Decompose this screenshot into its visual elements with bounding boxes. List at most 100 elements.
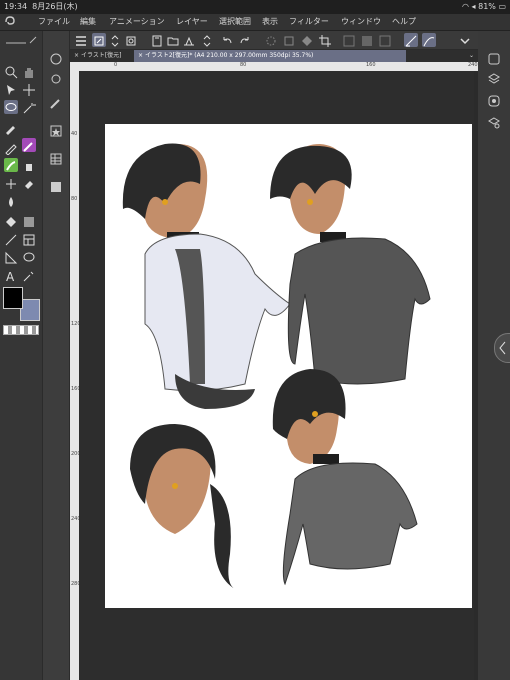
menu-edit[interactable]: 編集 [80, 14, 96, 30]
tool-palette: A [0, 31, 42, 680]
frame-icon[interactable] [22, 232, 36, 246]
canvas-paper[interactable] [105, 124, 472, 608]
tab-label: イラスト[復元] [80, 52, 122, 59]
tab-close-icon[interactable]: × [74, 52, 81, 59]
eyedropper-icon[interactable] [4, 120, 18, 135]
wifi-icon: ◠ [462, 2, 469, 11]
menu-file[interactable]: ファイル [38, 14, 70, 30]
tabs-chevron-icon[interactable]: ⌄ [469, 50, 474, 62]
operation-icon[interactable] [4, 82, 18, 96]
crop-icon[interactable] [318, 33, 332, 47]
main-color-swatch[interactable] [3, 287, 23, 309]
battery-icon: ▭ [498, 2, 506, 11]
ruler-label: 80 [240, 62, 247, 68]
gradient-icon[interactable] [22, 214, 36, 228]
tool-collapse-icon[interactable] [4, 35, 38, 45]
menu-selection[interactable]: 選択範囲 [219, 14, 251, 30]
selection-icon[interactable] [282, 33, 296, 47]
redo-icon[interactable] [238, 33, 252, 47]
chevron-down-icon[interactable] [458, 33, 472, 47]
tab-illust[interactable]: × イラスト[復元] [70, 50, 138, 62]
brush-icon[interactable] [4, 158, 18, 172]
status-time: 19:34 8月26日(木) [4, 0, 78, 14]
move-icon[interactable] [22, 82, 36, 96]
ruler-label: 160 [366, 62, 376, 68]
material-icon[interactable] [49, 123, 63, 137]
date: 8月26日(木) [32, 2, 78, 11]
eraser-icon[interactable] [22, 176, 36, 190]
transparent-color-swatch[interactable] [3, 325, 39, 335]
status-right: ◠ ◂ 81% ▭ [462, 0, 506, 14]
blend-icon[interactable] [4, 194, 18, 208]
pen-curve-icon[interactable] [422, 33, 436, 47]
menu-layer[interactable]: レイヤー [176, 14, 208, 30]
brush-size-icon[interactable] [49, 51, 63, 65]
layer-search-icon[interactable] [487, 115, 501, 129]
status-bar: 19:34 8月26日(木) ◠ ◂ 81% ▭ [0, 0, 510, 14]
menu-bar: ファイル 編集 アニメーション レイヤー 選択範囲 表示 フィルター ウィンドウ… [0, 14, 510, 31]
ruler-tool-icon[interactable] [4, 250, 18, 264]
artwork-sketch [122, 143, 431, 589]
snap-icon[interactable] [360, 33, 374, 47]
decoration-icon[interactable] [4, 176, 18, 190]
menu-window[interactable]: ウィンドウ [341, 14, 381, 30]
layer-property-icon[interactable] [487, 51, 501, 65]
snap2-icon[interactable] [378, 33, 392, 47]
text-icon[interactable]: A [4, 268, 18, 284]
pencil-icon[interactable] [22, 138, 36, 152]
lasso-icon[interactable] [4, 100, 18, 114]
menu-help[interactable]: ヘルプ [392, 14, 416, 30]
figure-icon[interactable] [4, 232, 18, 246]
figure-3 [130, 424, 235, 589]
tab-close-icon[interactable]: × [138, 52, 145, 59]
new-layer-icon[interactable] [92, 33, 106, 47]
updown-icon[interactable] [108, 33, 122, 47]
sub-tool-icon[interactable] [49, 95, 63, 109]
fill-icon[interactable] [300, 33, 314, 47]
navigator-icon[interactable] [49, 179, 63, 193]
ruler-label: 80 [71, 196, 78, 202]
document-tabs: × イラスト[復元] × イラスト2[復元]* (A4 210.00 x 297… [70, 50, 480, 62]
command-bar [70, 31, 480, 49]
tab-illust2[interactable]: × イラスト2[復元]* (A4 210.00 x 297.00mm 350dp… [134, 50, 406, 62]
layers-icon[interactable] [487, 71, 501, 85]
panel-toggle-icon [499, 341, 506, 355]
menu-view[interactable]: 表示 [262, 14, 278, 30]
menu-animation[interactable]: アニメーション [109, 14, 165, 30]
sub-tool-palette [43, 31, 69, 680]
ruler-label: 0 [114, 62, 118, 68]
ruler-horizontal: 0 80 160 240 [70, 62, 480, 71]
updown2-icon[interactable] [200, 33, 214, 47]
deselect-icon[interactable] [264, 33, 278, 47]
save-as-icon[interactable] [182, 33, 196, 47]
panel-toggle-handle[interactable] [494, 333, 510, 363]
sub-color-swatch[interactable] [20, 299, 40, 321]
rotate-icon[interactable] [342, 33, 356, 47]
svg-text:A: A [6, 270, 15, 283]
app-logo-icon[interactable] [4, 16, 16, 28]
folder-icon[interactable] [166, 33, 180, 47]
pen-icon[interactable] [4, 140, 18, 156]
menu-filter[interactable]: フィルター [289, 14, 329, 30]
figure-1 [122, 143, 291, 409]
undo-icon[interactable] [220, 33, 234, 47]
ruler-label: 240 [468, 62, 478, 68]
balloon-icon[interactable] [22, 250, 36, 264]
zoom-icon[interactable] [4, 64, 18, 79]
sub-view-icon[interactable] [487, 93, 501, 107]
magic-wand-icon[interactable] [22, 100, 36, 114]
copy-icon[interactable] [124, 33, 138, 47]
figure-4 [272, 369, 418, 586]
hand-icon[interactable] [22, 64, 36, 78]
tab-label: イラスト2[復元]* (A4 210.00 x 297.00mm 350dpi … [144, 52, 314, 59]
correction-icon[interactable] [22, 268, 36, 282]
menu-icon[interactable] [74, 33, 88, 47]
save-icon[interactable] [150, 33, 164, 47]
airbrush-icon[interactable] [22, 158, 36, 172]
ruler-label: 40 [71, 131, 78, 137]
color-set-icon[interactable] [49, 151, 63, 165]
fill-bucket-icon[interactable] [4, 214, 18, 228]
tool-property-icon[interactable] [49, 71, 63, 85]
ruler-icon[interactable] [404, 33, 418, 47]
time: 19:34 [4, 2, 28, 11]
